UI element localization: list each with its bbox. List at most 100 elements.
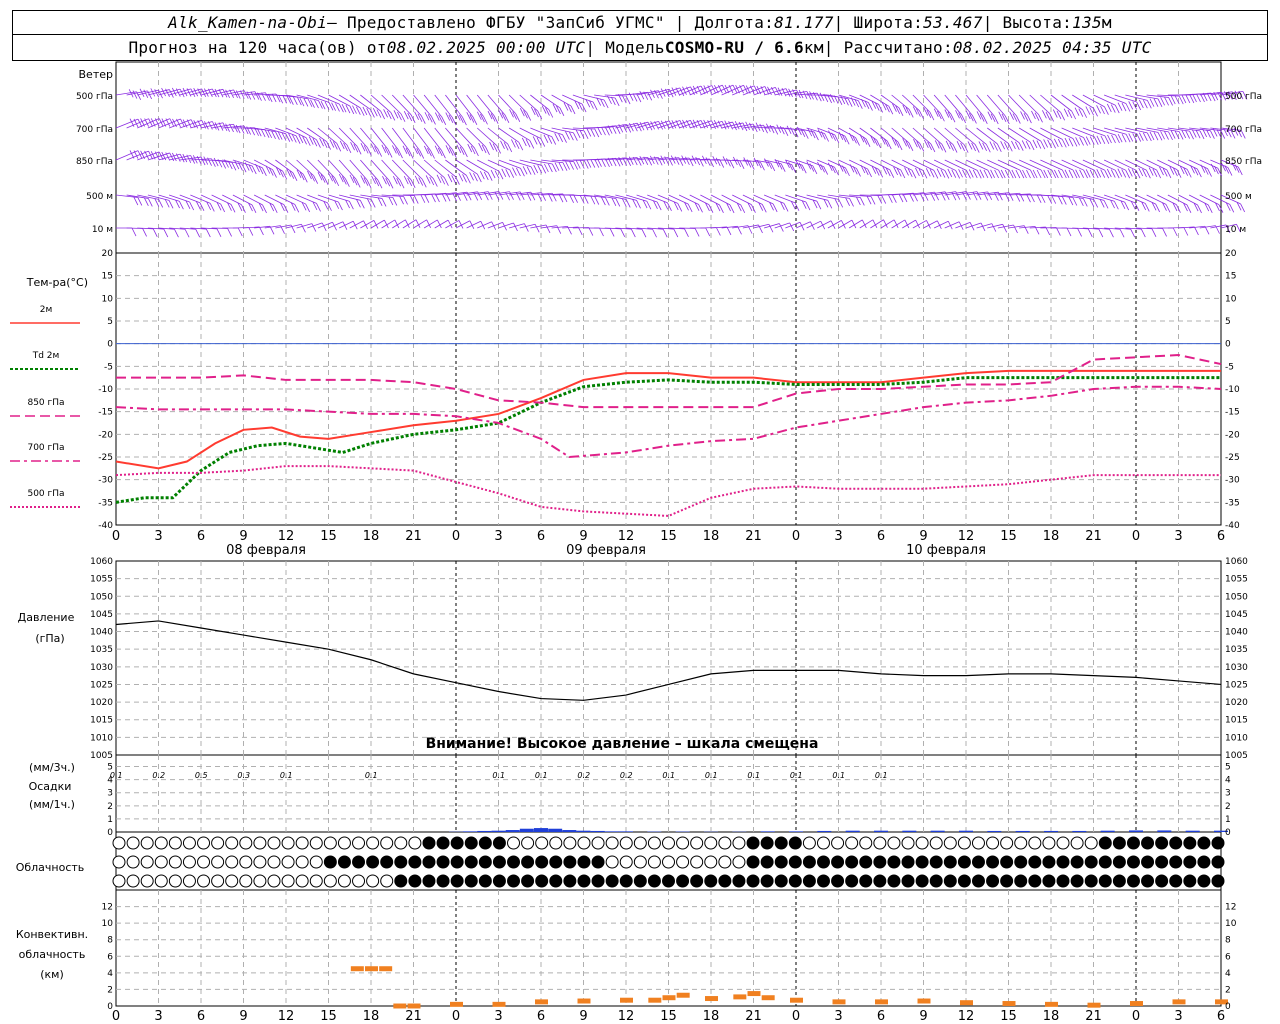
wind-barb — [944, 127, 965, 145]
wind-barb-flag — [466, 175, 471, 184]
precip-ytick-left: 2 — [107, 802, 113, 812]
cloud-symbol — [662, 874, 675, 888]
convective-bar — [747, 991, 761, 997]
wind-barb-flag — [998, 111, 1004, 120]
wind-barb-flag — [1114, 201, 1119, 210]
wind-barb-flag — [583, 195, 589, 204]
cloud-symbol — [1042, 836, 1056, 850]
cloud-symbol — [1014, 855, 1028, 869]
conv-title-2: облачность — [19, 948, 86, 961]
wind-barb-flag — [1023, 113, 1029, 122]
wind-barb-flag — [1237, 166, 1243, 176]
cloud-symbol — [464, 855, 478, 869]
wind-barb — [1008, 159, 1031, 171]
temp-legend-label: 500 гПа — [27, 489, 64, 499]
wind-barb-flag — [611, 197, 617, 207]
wind-barb — [317, 159, 336, 179]
wind-barb-flag — [1186, 169, 1192, 178]
wind-barb-flag — [989, 141, 995, 150]
wind-barb — [455, 94, 474, 118]
cloud-symbol — [957, 836, 971, 850]
precip-bar — [874, 830, 888, 832]
cloud-symbol — [788, 874, 802, 888]
wind-barb-flag — [1098, 228, 1104, 238]
wind-barb-flag — [868, 102, 873, 111]
wind-barb-flag — [1087, 228, 1093, 237]
wind-barb-flag — [489, 141, 494, 151]
convective-bar — [407, 1003, 421, 1009]
cloud-symbol — [986, 855, 1000, 869]
cloud-symbol — [1112, 874, 1126, 888]
wind-barb-flag — [985, 144, 991, 153]
cloud-symbol — [380, 874, 394, 888]
wind-barb-flag — [573, 194, 578, 203]
wind-barb-flag — [993, 115, 999, 125]
cloud-symbol — [746, 874, 760, 888]
wind-barb — [1029, 159, 1052, 171]
cloud-symbol — [352, 874, 366, 888]
wind-barb-flag — [554, 162, 560, 171]
cloud-symbol — [323, 855, 337, 869]
wind-barb-flag — [421, 179, 427, 188]
wind-barb-flag — [150, 88, 156, 97]
wind-barb-flag — [1051, 195, 1057, 204]
wind-barb-flag — [171, 87, 177, 97]
cloud-symbol — [774, 874, 788, 888]
wind-barb-flag — [500, 140, 505, 149]
wind-barb-flag — [643, 122, 649, 131]
wind-barb-flag — [1125, 103, 1131, 112]
wind-barb-flag — [216, 228, 222, 237]
convective-bar — [1002, 1001, 1016, 1006]
wind-barb-flag — [983, 169, 989, 179]
wind-barb-flag — [951, 169, 957, 178]
x-hour-label-temp: 0 — [792, 529, 800, 544]
wind-barb-flag — [251, 204, 257, 214]
cloud-symbol — [436, 874, 450, 888]
pres-ytick-right: 1010 — [1225, 733, 1248, 743]
precip-3h-label: 0.1 — [280, 771, 293, 780]
wind-barb — [1072, 127, 1095, 138]
wind-barb — [306, 159, 325, 178]
cloud-symbol — [718, 855, 732, 869]
wind-barb-flag — [838, 199, 844, 208]
wind-barb-flag — [334, 177, 340, 187]
wind-barb-flag — [400, 113, 406, 122]
convective-bar — [662, 995, 676, 1001]
wind-barb-flag — [1038, 114, 1043, 123]
wind-barb-flag — [809, 163, 815, 172]
cloud-symbol — [549, 874, 563, 888]
wind-barb-flag — [366, 179, 372, 189]
wind-barb-flag — [405, 219, 410, 228]
cloud-symbol — [309, 874, 323, 888]
wind-barb — [466, 159, 489, 173]
precip-bar — [1015, 830, 1030, 832]
wind-barb-flag — [490, 169, 496, 179]
wind-barb — [1072, 159, 1095, 171]
convective-bar — [1087, 1002, 1101, 1008]
wind-barb-flag — [823, 166, 829, 175]
wind-barb-flag — [316, 203, 321, 212]
wind-barb-flag — [189, 201, 195, 211]
cloud-symbol — [802, 836, 816, 850]
x-hour-label-temp: 9 — [579, 529, 587, 544]
wind-barb — [1114, 127, 1137, 134]
convective-bar — [450, 1001, 463, 1007]
cloud-symbol — [267, 836, 281, 850]
wind-barb-flag — [763, 124, 768, 134]
x-hour-label-bottom: 0 — [112, 1009, 120, 1024]
wind-barb-flag — [609, 228, 615, 237]
wind-barb-flag — [849, 198, 854, 207]
wind-barb-flag — [147, 198, 153, 207]
wind-barb — [1157, 127, 1180, 132]
wind-barb-flag — [1136, 101, 1142, 111]
wind-barb — [423, 127, 442, 151]
wind-barb-flag — [930, 143, 936, 153]
temp-ytick-right: -40 — [1225, 521, 1240, 531]
precip-bar — [902, 830, 917, 832]
wind-barb-flag — [761, 204, 767, 213]
cloud-symbol — [816, 874, 830, 888]
conv-ytick-right: 8 — [1225, 936, 1231, 946]
wind-barb-flag — [533, 164, 539, 174]
precip-3h-label: 0.3 — [237, 771, 250, 780]
wind-barb-flag — [179, 201, 184, 210]
